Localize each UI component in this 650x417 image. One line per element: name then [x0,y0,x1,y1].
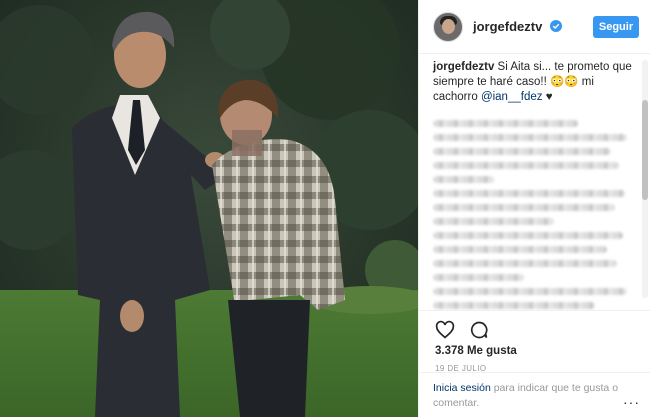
login-link[interactable]: Inicia sesión [433,382,491,394]
heart-icon[interactable] [435,320,455,340]
follow-button[interactable]: Seguir [593,16,639,38]
action-icons [435,319,635,341]
post-photo[interactable] [0,0,418,417]
blurred-comment-line [433,274,524,281]
comments-area: jorgefdeztv Si Aita si... te prometo que… [419,54,650,310]
likes-count[interactable]: 3.378 Me gusta [435,345,635,357]
blurred-comment-line [433,148,611,155]
comment-icon[interactable] [469,320,489,340]
username-text[interactable]: jorgefdeztv [473,19,542,34]
blurred-comment-line [433,232,623,239]
blurred-comment-line [433,260,617,267]
blurred-comment-line [433,190,625,197]
avatar-face [442,18,455,34]
more-options-icon[interactable]: ··· [623,394,640,410]
username[interactable]: jorgefdeztv [473,19,562,34]
scrollbar-thumb[interactable] [642,100,648,200]
blurred-comment-line [433,204,615,211]
login-prompt: Inicia sesión para indicar que te gusta … [419,372,650,417]
post-header: jorgefdeztv Seguir [419,0,650,54]
avatar[interactable] [433,11,463,42]
verified-badge-icon [549,20,562,32]
blurred-comment-line [433,176,494,183]
caption-heart: ♥ [542,91,553,103]
caption-mention[interactable]: @ian__fdez [481,91,543,103]
caption-username[interactable]: jorgefdeztv [433,61,494,73]
caption: jorgefdeztv Si Aita si... te prometo que… [433,60,635,105]
blurred-comment-line [433,246,607,253]
blurred-comment-line [433,120,579,127]
photo-illustration [0,0,418,417]
blurred-comment-line [433,302,595,309]
blurred-comment-line [433,218,555,225]
comments-scrollbar[interactable] [642,60,648,298]
post-side-panel: jorgefdeztv Seguir jorgefdeztv Si Aita s… [418,0,650,417]
blurred-comment-line [433,134,627,141]
blurred-comment-line [433,288,627,295]
blurred-comment-line [433,162,619,169]
